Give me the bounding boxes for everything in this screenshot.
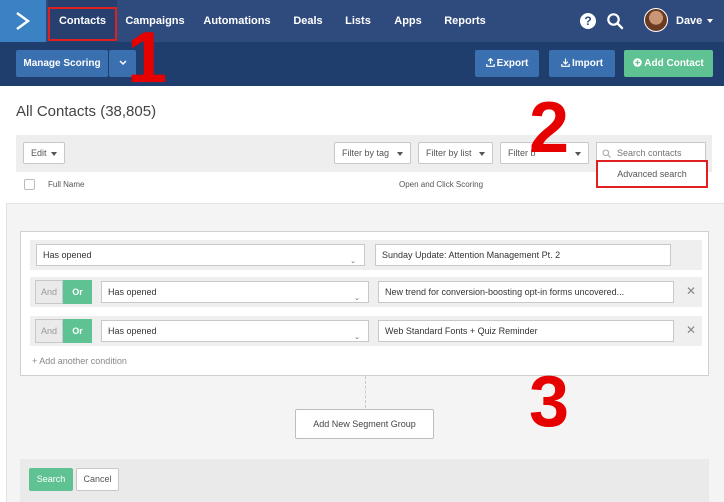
and-or-toggle: And Or (35, 319, 92, 343)
nav-lists[interactable]: Lists (340, 0, 376, 42)
advanced-search-link[interactable]: Advanced search (596, 160, 708, 188)
column-header-scoring[interactable]: Open and Click Scoring (399, 180, 483, 189)
page-title: All Contacts (38,805) (16, 103, 157, 120)
nav-reports[interactable]: Reports (436, 0, 494, 42)
and-button[interactable]: And (35, 280, 63, 304)
export-button[interactable]: Export (475, 50, 539, 77)
nav-deals[interactable]: Deals (288, 0, 328, 42)
chevron-down-icon: ⌄ (354, 334, 360, 341)
condition-field-label: Has opened (43, 250, 92, 260)
export-icon (485, 57, 495, 67)
filter-by-tag-dropdown[interactable]: Filter by tag (334, 142, 411, 164)
chevron-down-icon (575, 152, 581, 156)
annotation-number-2: 2 (529, 88, 570, 168)
manage-scoring-button[interactable]: Manage Scoring (16, 50, 108, 77)
add-contact-label: Add Contact (644, 58, 704, 69)
or-button[interactable]: Or (63, 280, 92, 304)
search-icon[interactable] (606, 12, 624, 30)
and-button[interactable]: And (35, 319, 63, 343)
remove-condition-icon[interactable]: ✕ (686, 323, 696, 337)
nav-automations[interactable]: Automations (200, 0, 274, 42)
segment-group: Has opened ⌄ Sunday Update: Attention Man… (20, 231, 709, 376)
condition-field-select[interactable]: Has opened ⌄ (36, 244, 365, 266)
import-button[interactable]: Import (549, 50, 615, 77)
avatar[interactable] (644, 8, 668, 32)
chevron-down-icon: ⌄ (354, 295, 360, 302)
condition-row: And Or Has opened ⌄ New trend for convers… (30, 277, 702, 307)
chevron-down-icon (479, 152, 485, 156)
select-all-checkbox[interactable] (24, 179, 35, 190)
column-header-full-name[interactable]: Full Name (48, 180, 84, 189)
logo-chevron-icon (16, 12, 31, 30)
nav-apps[interactable]: Apps (390, 0, 426, 42)
action-bar: Manage Scoring Export Import Add Contact (0, 42, 724, 86)
chevron-down-icon (51, 152, 57, 156)
import-label: Import (571, 58, 604, 69)
chevron-down-icon (118, 60, 127, 66)
filter-by-list-dropdown[interactable]: Filter by list (418, 142, 493, 164)
import-icon (561, 58, 570, 67)
condition-field-label: Has opened (108, 287, 157, 297)
group-connector-line (365, 376, 366, 408)
export-label: Export (496, 58, 529, 69)
cancel-button[interactable]: Cancel (76, 468, 119, 491)
condition-row: Has opened ⌄ Sunday Update: Attention Man… (30, 240, 702, 270)
condition-field-label: Has opened (108, 326, 157, 336)
filter-by-tag-label: Filter by tag (342, 148, 390, 158)
plus-circle-icon (633, 58, 643, 67)
condition-field-select[interactable]: Has opened ⌄ (101, 281, 369, 303)
search-button[interactable]: Search (29, 468, 73, 491)
remove-condition-icon[interactable]: ✕ (686, 284, 696, 298)
svg-text:?: ? (584, 14, 591, 28)
condition-value-input[interactable]: Sunday Update: Attention Management Pt. … (375, 244, 671, 266)
condition-row: And Or Has opened ⌄ Web Standard Fonts + … (30, 316, 702, 346)
condition-value-input[interactable]: New trend for conversion-boosting opt-in… (378, 281, 674, 303)
annotation-number-3: 3 (529, 362, 570, 442)
help-icon[interactable]: ? (579, 12, 597, 30)
search-icon (602, 149, 611, 158)
logo[interactable] (0, 0, 46, 42)
segment-footer: Search Cancel (20, 459, 709, 502)
or-button[interactable]: Or (63, 319, 92, 343)
condition-value-input[interactable]: Web Standard Fonts + Quiz Reminder (378, 320, 674, 342)
edit-dropdown[interactable]: Edit (23, 142, 65, 164)
add-condition-link[interactable]: + Add another condition (32, 356, 127, 366)
condition-field-select[interactable]: Has opened ⌄ (101, 320, 369, 342)
user-menu[interactable]: Dave (676, 0, 714, 42)
and-or-toggle: And Or (35, 280, 92, 304)
add-contact-button[interactable]: Add Contact (624, 50, 713, 77)
contacts-highlight-box (48, 7, 117, 41)
edit-label: Edit (31, 148, 47, 158)
chevron-down-icon (397, 152, 403, 156)
user-name-label: Dave (676, 15, 703, 27)
filter-by-list-label: Filter by list (426, 148, 472, 158)
add-segment-group-button[interactable]: Add New Segment Group (295, 409, 434, 439)
chevron-down-icon: ⌄ (350, 258, 356, 265)
annotation-number-1: 1 (127, 18, 168, 98)
chevron-down-icon (707, 19, 714, 24)
